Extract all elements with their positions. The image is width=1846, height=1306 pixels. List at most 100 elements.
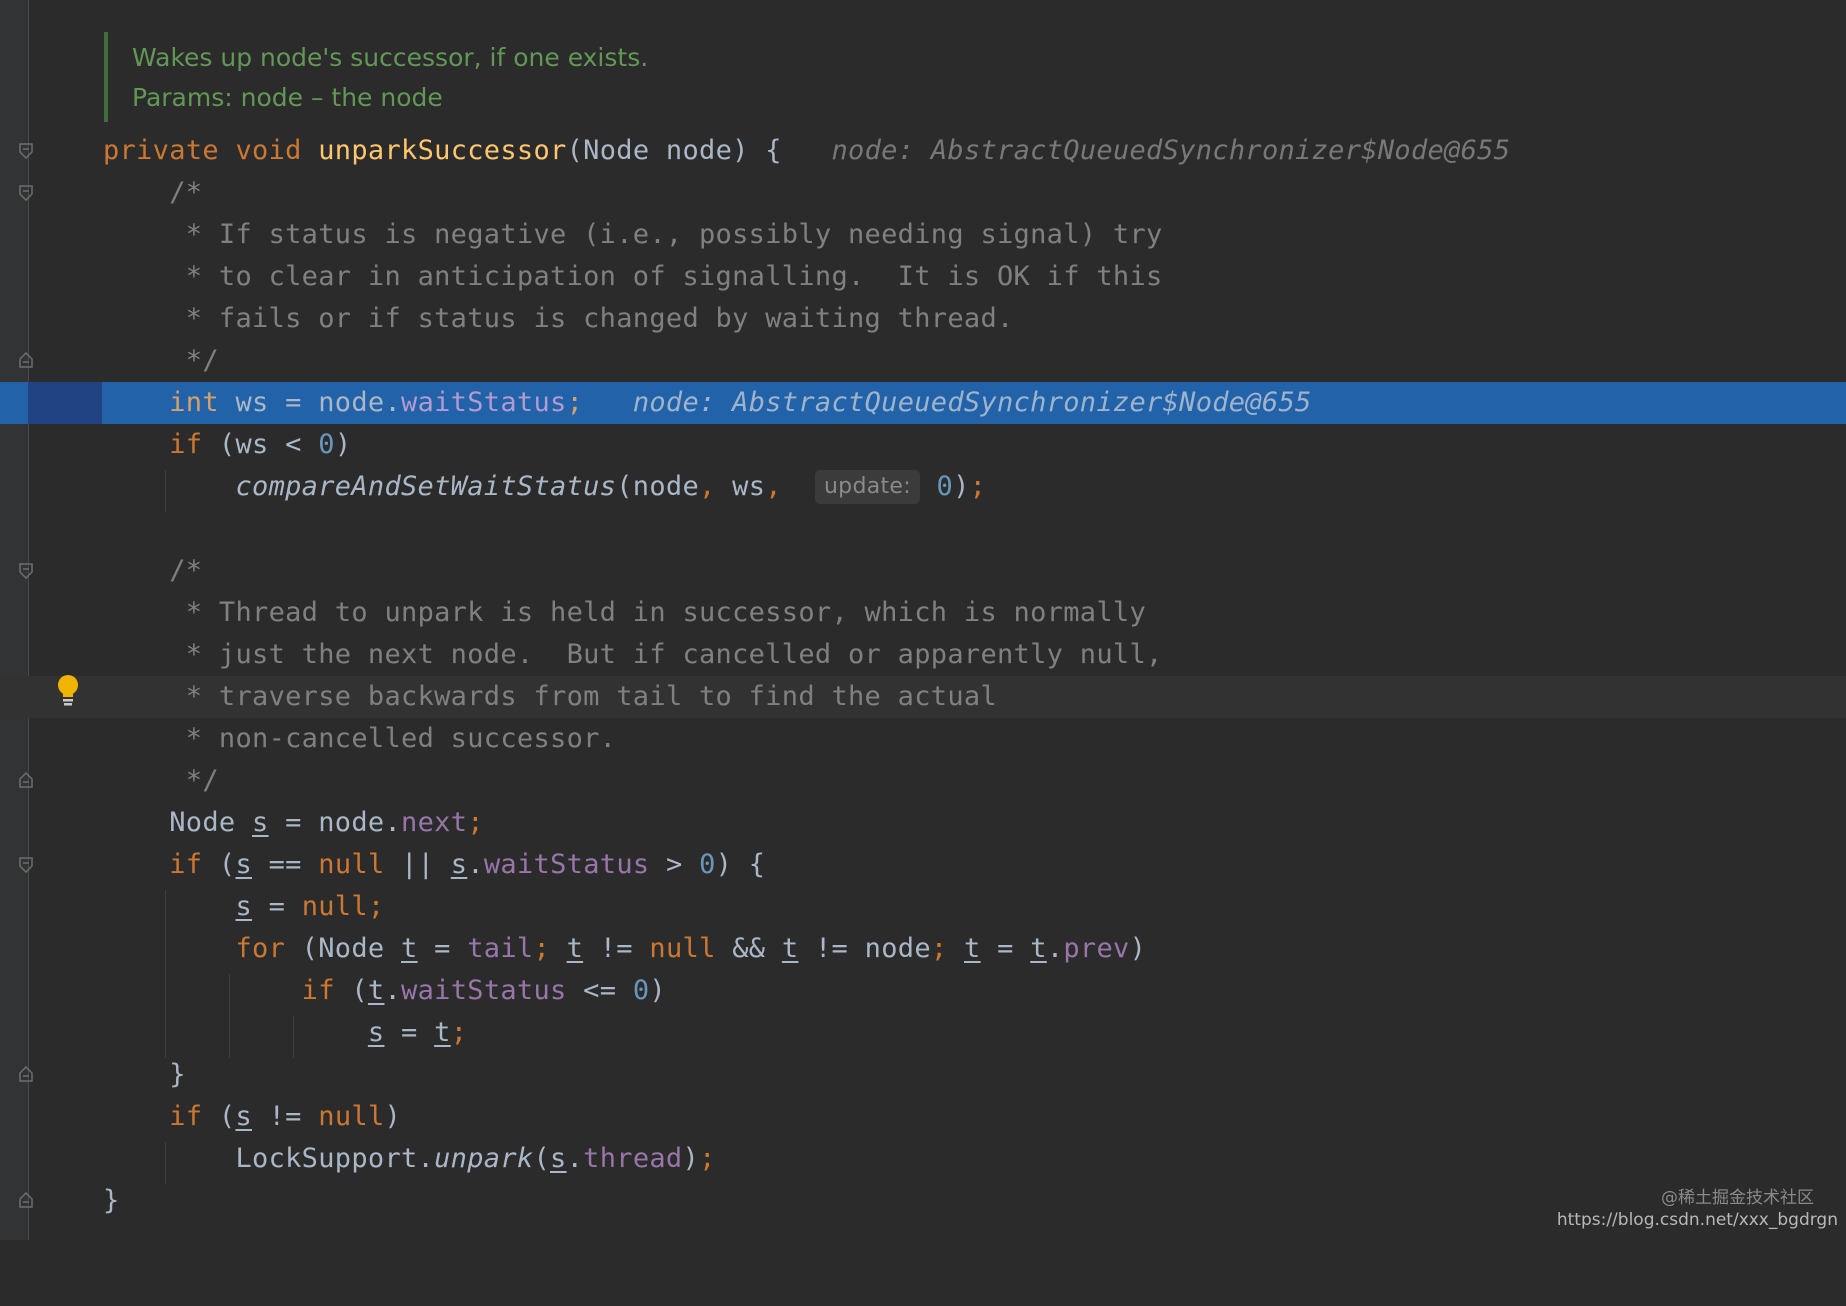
method-call[interactable]: unpark bbox=[434, 1143, 533, 1174]
fold-icon[interactable] bbox=[19, 857, 33, 873]
comment-line: * traverse backwards from tail to find t… bbox=[103, 676, 997, 718]
code-token: ) bbox=[682, 1143, 700, 1174]
comment-line: /* bbox=[103, 172, 202, 214]
field-waitStatus[interactable]: waitStatus bbox=[401, 975, 567, 1006]
code-line[interactable]: s = null; bbox=[0, 886, 1846, 928]
field-next[interactable]: next bbox=[401, 807, 467, 838]
variable-t[interactable]: t bbox=[401, 933, 418, 964]
variable-s[interactable]: s bbox=[252, 807, 269, 838]
variable-s[interactable]: s bbox=[235, 1101, 252, 1132]
code-token: ) bbox=[649, 975, 666, 1006]
code-token: ) bbox=[1129, 933, 1147, 964]
code-token: ) bbox=[384, 1101, 402, 1132]
code-text: } bbox=[103, 1180, 120, 1222]
variable-s[interactable]: s bbox=[368, 1017, 385, 1048]
code-line[interactable]: * fails or if status is changed by waiti… bbox=[0, 298, 1846, 340]
comment-line: * fails or if status is changed by waiti… bbox=[103, 298, 1014, 340]
code-text: Node s = node.next; bbox=[103, 802, 484, 844]
code-text: int ws = node.waitStatus; node: Abstract… bbox=[103, 382, 1312, 424]
variable-s[interactable]: s bbox=[235, 891, 252, 922]
code-line[interactable]: s = t; bbox=[0, 1012, 1846, 1054]
keyword-null: null bbox=[318, 1101, 385, 1132]
code-line[interactable]: * just the next node. But if cancelled o… bbox=[0, 634, 1846, 676]
code-line[interactable]: /* bbox=[0, 550, 1846, 592]
comment-line: * If status is negative (i.e., possibly … bbox=[103, 214, 1163, 256]
code-token: != bbox=[583, 933, 650, 964]
comment-line: /* bbox=[103, 550, 202, 592]
semicolon: ; bbox=[930, 933, 948, 964]
variable-t[interactable]: t bbox=[964, 933, 981, 964]
caret-line[interactable]: * traverse backwards from tail to find t… bbox=[0, 676, 1846, 718]
code-line[interactable]: /* bbox=[0, 172, 1846, 214]
code-text: if (ws < 0) bbox=[103, 424, 351, 466]
code-token: = bbox=[252, 891, 302, 922]
code-line[interactable]: */ bbox=[0, 340, 1846, 382]
execution-point-line[interactable]: int ws = node.waitStatus; node: Abstract… bbox=[0, 382, 1846, 424]
number-literal: 0 bbox=[699, 849, 716, 880]
fold-icon[interactable] bbox=[19, 1192, 33, 1208]
number-literal: 0 bbox=[318, 429, 335, 460]
keyword-if: if bbox=[169, 1101, 203, 1132]
code-text: LockSupport.unpark(s.thread); bbox=[103, 1138, 716, 1180]
variable-s[interactable]: s bbox=[550, 1143, 567, 1174]
code-line[interactable]: */ bbox=[0, 760, 1846, 802]
fold-icon[interactable] bbox=[19, 352, 33, 368]
comment-text: * Thread to unpark is held in successor,… bbox=[169, 597, 1147, 628]
variable-t[interactable]: t bbox=[782, 933, 799, 964]
code-line[interactable]: Node s = node.next; bbox=[0, 802, 1846, 844]
keyword-int: int bbox=[169, 387, 219, 418]
field-prev[interactable]: prev bbox=[1063, 933, 1129, 964]
lightbulb-icon[interactable] bbox=[56, 674, 80, 708]
field-waitStatus[interactable]: waitStatus bbox=[484, 849, 650, 880]
variable-t[interactable]: t bbox=[434, 1017, 451, 1048]
fold-icon[interactable] bbox=[19, 1066, 33, 1082]
field-thread[interactable]: thread bbox=[583, 1143, 682, 1174]
javadoc-params: Params: node – the node bbox=[132, 83, 443, 112]
code-line[interactable]: * non-cancelled successor. bbox=[0, 718, 1846, 760]
comment-text: */ bbox=[169, 345, 219, 376]
semicolon: ; bbox=[467, 807, 484, 838]
code-line[interactable]: private void unparkSuccessor(Node node) … bbox=[0, 130, 1846, 172]
variable-t[interactable]: t bbox=[567, 933, 584, 964]
code-line[interactable]: * to clear in anticipation of signalling… bbox=[0, 256, 1846, 298]
code-line[interactable]: compareAndSetWaitStatus(node, ws, update… bbox=[0, 466, 1846, 508]
keyword-for: for bbox=[235, 933, 286, 964]
fold-icon[interactable] bbox=[19, 772, 33, 788]
code-editor[interactable]: Wakes up node's successor, if one exists… bbox=[0, 0, 1846, 1240]
code-text: if (s == null || s.waitStatus > 0) { bbox=[103, 844, 765, 886]
method-call[interactable]: compareAndSetWaitStatus bbox=[235, 471, 616, 502]
fold-icon[interactable] bbox=[19, 143, 33, 159]
code-line[interactable]: } bbox=[0, 1054, 1846, 1096]
variable-t[interactable]: t bbox=[1030, 933, 1047, 964]
semicolon: ; bbox=[566, 387, 584, 418]
comment-line: * just the next node. But if cancelled o… bbox=[103, 634, 1163, 676]
code-line[interactable]: LockSupport.unpark(s.thread); bbox=[0, 1138, 1846, 1180]
number-literal: 0 bbox=[936, 471, 954, 502]
code-token: ) { bbox=[715, 849, 766, 880]
field-tail[interactable]: tail bbox=[467, 933, 533, 964]
method-name[interactable]: unparkSuccessor bbox=[318, 135, 566, 166]
number-literal: 0 bbox=[632, 975, 650, 1006]
code-line[interactable]: * If status is negative (i.e., possibly … bbox=[0, 214, 1846, 256]
fold-icon[interactable] bbox=[19, 185, 33, 201]
code-line[interactable]: * Thread to unpark is held in successor,… bbox=[0, 592, 1846, 634]
class-locksupport[interactable]: LockSupport. bbox=[235, 1143, 434, 1174]
variable-s[interactable]: s bbox=[451, 849, 468, 880]
fold-icon[interactable] bbox=[19, 563, 33, 579]
code-line[interactable]: if (s != null) bbox=[0, 1096, 1846, 1138]
variable-t[interactable]: t bbox=[368, 975, 385, 1006]
field-waitStatus[interactable]: waitStatus bbox=[401, 387, 567, 418]
code-line[interactable]: for (Node t = tail; t != null && t != no… bbox=[0, 928, 1846, 970]
code-text: s = null; bbox=[103, 886, 384, 928]
variable-s[interactable]: s bbox=[235, 849, 252, 880]
code-line[interactable]: if (s == null || s.waitStatus > 0) { bbox=[0, 844, 1846, 886]
comment-text: * If status is negative (i.e., possibly … bbox=[169, 219, 1163, 250]
keyword-if: if bbox=[169, 429, 203, 460]
code-line[interactable]: if (t.waitStatus <= 0) bbox=[0, 970, 1846, 1012]
code-text: if (s != null) bbox=[103, 1096, 401, 1138]
semicolon: ; bbox=[699, 1143, 716, 1174]
keyword-null: null bbox=[318, 849, 385, 880]
code-text: for (Node t = tail; t != null && t != no… bbox=[103, 928, 1146, 970]
code-line[interactable]: if (ws < 0) bbox=[0, 424, 1846, 466]
brace: } bbox=[169, 1059, 186, 1090]
